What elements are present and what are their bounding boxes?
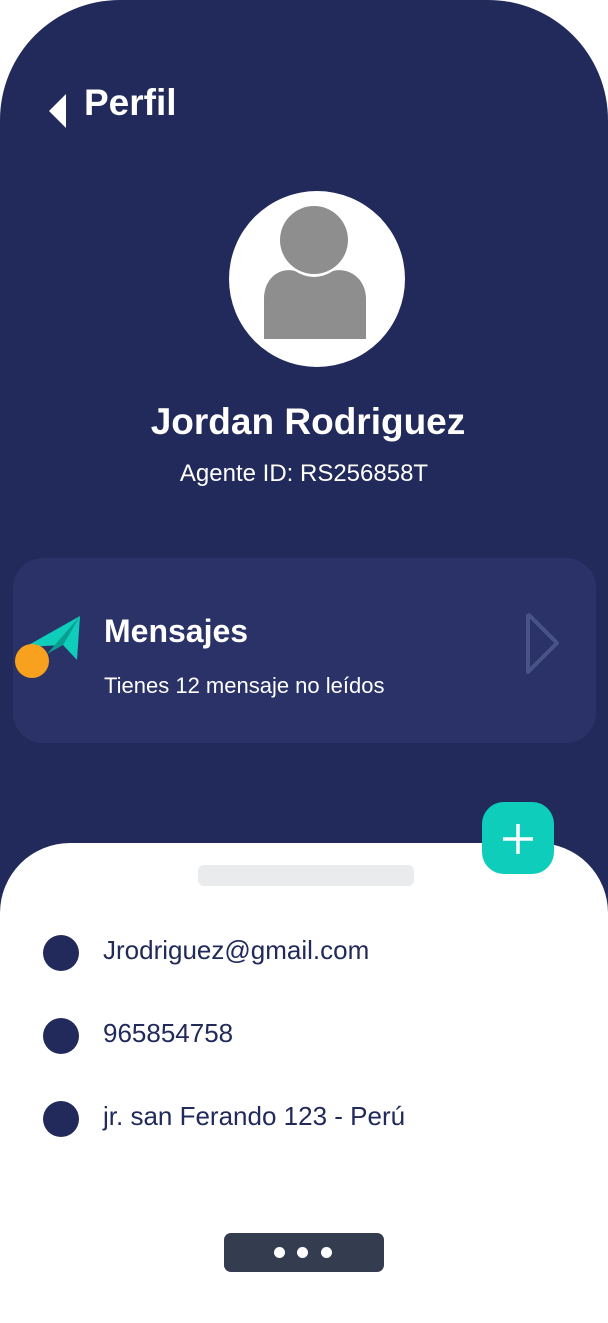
address-text: jr. san Ferando 123 - Perú (103, 1101, 406, 1131)
contact-sheet: Jrodriguez@gmail.com 965854758 jr. san F… (0, 843, 608, 1225)
phone-text: 965854758 (103, 1018, 234, 1048)
home-bar[interactable] (224, 1233, 384, 1272)
paper-plane-icon (15, 616, 80, 678)
bullet-dot-icon (43, 1101, 79, 1137)
add-button[interactable] (482, 802, 554, 874)
chevron-right-icon[interactable] (523, 610, 563, 676)
messages-card[interactable]: Mensajes Tienes 12 mensaje no leídos (13, 558, 596, 743)
page-title: Perfil (84, 82, 177, 123)
sheet-handle[interactable] (198, 865, 414, 886)
user-avatar-icon (264, 206, 366, 339)
chevron-left-icon[interactable] (47, 93, 67, 129)
email-text: Jrodriguez@gmail.com (103, 935, 370, 965)
agent-id: Agente ID: RS256858T (179, 460, 429, 487)
bullet-dot-icon (43, 1018, 79, 1054)
bullet-dot-icon (43, 935, 79, 971)
plus-icon (503, 824, 533, 854)
avatar (229, 191, 405, 367)
messages-subtitle: Tienes 12 mensaje no leídos (104, 673, 385, 698)
profile-name: Jordan Rodriguez (150, 401, 466, 442)
messages-title: Mensajes (104, 613, 249, 649)
